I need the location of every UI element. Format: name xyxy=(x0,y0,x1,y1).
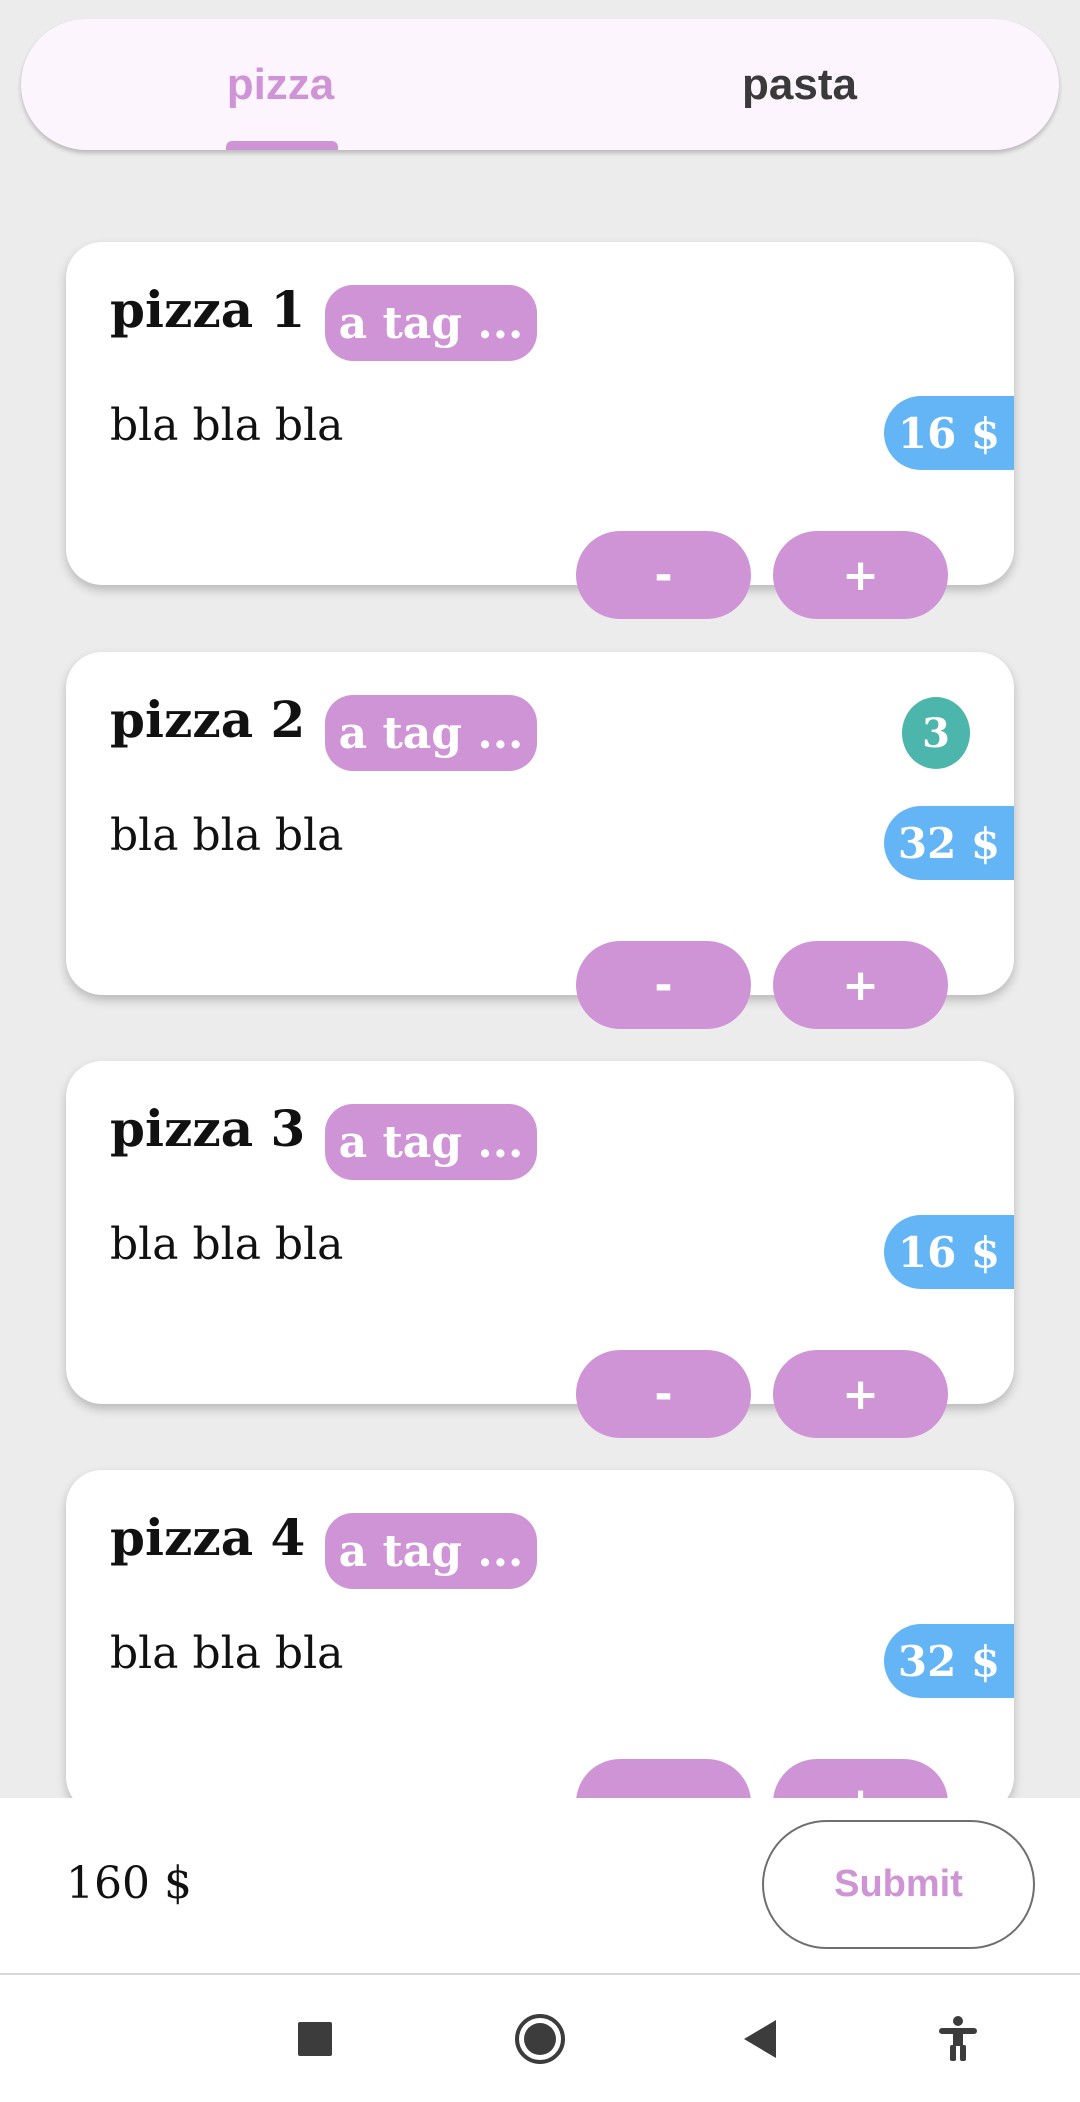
back-icon[interactable] xyxy=(724,2003,796,2075)
item-price-badge: 16 $ xyxy=(884,1215,1014,1289)
item-description: bla bla bla xyxy=(110,400,344,451)
increase-quantity-button[interactable]: + xyxy=(773,941,948,1029)
menu-item-card: pizza 4 a tag ... bla bla bla 32 $ - + xyxy=(66,1470,1014,1847)
item-price-badge: 16 $ xyxy=(884,396,1014,470)
order-total: 160 $ xyxy=(66,1858,192,1909)
category-tab-bar: pizza pasta xyxy=(21,19,1059,150)
item-tag[interactable]: a tag ... xyxy=(325,285,537,361)
recents-icon[interactable] xyxy=(279,2003,351,2075)
increase-quantity-button[interactable]: + xyxy=(773,1350,948,1438)
tab-pasta[interactable]: pasta xyxy=(540,19,1059,150)
accessibility-icon[interactable] xyxy=(922,2003,994,2075)
decrease-quantity-button[interactable]: - xyxy=(576,531,751,619)
item-tag[interactable]: a tag ... xyxy=(325,695,537,771)
menu-item-card: pizza 2 a tag ... 3 bla bla bla 32 $ - + xyxy=(66,652,1014,1029)
decrease-quantity-button[interactable]: - xyxy=(576,941,751,1029)
item-description: bla bla bla xyxy=(110,810,344,861)
item-title: pizza 4 xyxy=(110,1508,306,1567)
item-title: pizza 2 xyxy=(110,690,306,749)
decrease-quantity-button[interactable]: - xyxy=(576,1350,751,1438)
increase-quantity-button[interactable]: + xyxy=(773,531,948,619)
item-price-badge: 32 $ xyxy=(884,806,1014,880)
menu-item-card: pizza 3 a tag ... bla bla bla 16 $ - + xyxy=(66,1061,1014,1438)
tab-pizza[interactable]: pizza xyxy=(21,19,540,150)
item-tag[interactable]: a tag ... xyxy=(325,1513,537,1589)
home-icon[interactable] xyxy=(504,2003,576,2075)
item-title: pizza 3 xyxy=(110,1099,306,1158)
item-count-badge: 3 xyxy=(902,697,970,769)
item-description: bla bla bla xyxy=(110,1628,344,1679)
selected-tab-indicator xyxy=(226,141,338,150)
submit-button[interactable]: Submit xyxy=(762,1820,1035,1949)
item-tag[interactable]: a tag ... xyxy=(325,1104,537,1180)
item-price-badge: 32 $ xyxy=(884,1624,1014,1698)
system-navigation-bar xyxy=(0,1975,1080,2102)
item-title: pizza 1 xyxy=(110,280,306,339)
item-description: bla bla bla xyxy=(110,1219,344,1270)
order-summary-bar: 160 $ Submit xyxy=(0,1798,1080,1973)
menu-item-card: pizza 1 a tag ... bla bla bla 16 $ - + xyxy=(66,242,1014,619)
